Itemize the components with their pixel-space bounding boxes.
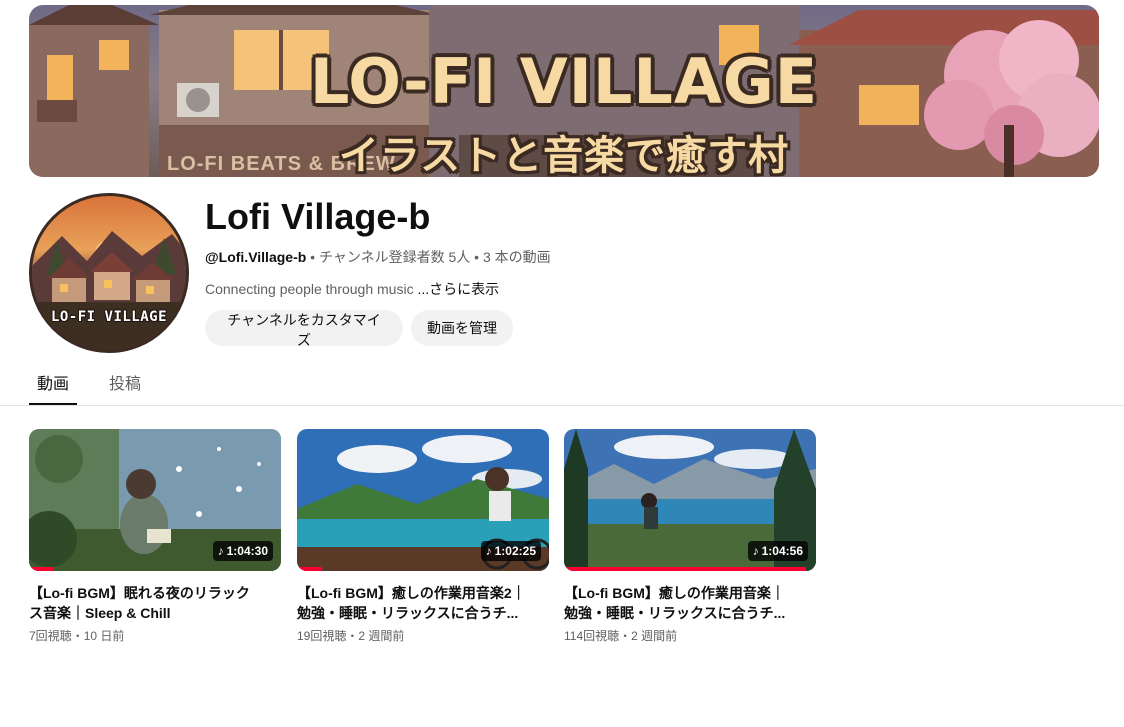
description-text: Connecting people through music: [205, 281, 418, 297]
view-count: 19回視聴: [297, 629, 347, 643]
meta-separator: ・: [619, 629, 632, 643]
duration-badge: ♪ 1:02:25: [480, 541, 541, 561]
video-card[interactable]: ♪ 1:02:25 【Lo-fi BGM】癒しの作業用音楽2｜勉強・睡眠・リラック…: [297, 429, 549, 644]
video-title[interactable]: 【Lo-fi BGM】眠れる夜のリラックス音楽｜Sleep & Chill: [29, 583, 259, 623]
video-title[interactable]: 【Lo-fi BGM】癒しの作業用音楽｜勉強・睡眠・リラックスに合うチ...: [564, 583, 794, 623]
channel-page: LO-FI BEATS & BREW LO-FI VILLAGE イラストと音楽…: [0, 0, 1124, 727]
tab-posts[interactable]: 投稿: [109, 370, 141, 403]
duration-text: 1:04:30: [226, 544, 268, 558]
duration-badge: ♪ 1:04:30: [212, 541, 273, 561]
customize-channel-button[interactable]: チャンネルをカスタマイズ: [205, 310, 403, 348]
channel-banner: LO-FI BEATS & BREW LO-FI VILLAGE イラストと音楽…: [29, 5, 1099, 177]
watch-progress-bar: [29, 567, 55, 571]
music-note-icon: ♪: [217, 544, 224, 558]
upload-age: 2 週間前: [358, 629, 405, 643]
duration-badge: ♪ 1:04:56: [747, 541, 808, 561]
upload-age: 2 週間前: [631, 629, 678, 643]
manage-videos-button[interactable]: 動画を管理: [411, 310, 513, 346]
meta-separator: •: [470, 249, 483, 265]
avatar-label: LO-FI VILLAGE: [50, 309, 168, 325]
channel-avatar[interactable]: LO-FI VILLAGE: [29, 193, 189, 353]
watch-progress-bar: [297, 567, 323, 571]
subscriber-count: チャンネル登録者数 5人: [318, 249, 471, 265]
duration-text: 1:02:25: [494, 544, 536, 558]
meta-separator: •: [306, 249, 319, 265]
video-meta: 7回視聴・10 日前: [29, 627, 281, 644]
video-thumbnail[interactable]: ♪ 1:02:25: [297, 429, 549, 571]
video-card[interactable]: ♪ 1:04:30 【Lo-fi BGM】眠れる夜のリラックス音楽｜Sleep &…: [29, 429, 281, 644]
video-title[interactable]: 【Lo-fi BGM】癒しの作業用音楽2｜勉強・睡眠・リラックスに合うチ...: [297, 583, 527, 623]
view-count: 7回視聴: [29, 629, 72, 643]
avatar-illustration: [32, 231, 186, 350]
duration-text: 1:04:56: [761, 544, 803, 558]
banner-title: LO-FI VILLAGE: [309, 45, 819, 118]
meta-separator: ・: [71, 629, 84, 643]
video-thumbnail[interactable]: ♪ 1:04:30: [29, 429, 281, 571]
channel-name: Lofi Village-b: [205, 196, 431, 237]
channel-handle: @Lofi.Village-b: [205, 249, 307, 265]
tab-videos[interactable]: 動画: [29, 370, 77, 405]
meta-separator: ・: [346, 629, 359, 643]
video-meta: 114回視聴・2 週間前: [564, 627, 816, 644]
channel-meta: @Lofi.Village-b • チャンネル登録者数 5人 • 3 本の動画: [205, 247, 551, 267]
video-meta: 19回視聴・2 週間前: [297, 627, 549, 644]
watch-progress-bar: [564, 567, 806, 571]
upload-age: 10 日前: [83, 629, 125, 643]
channel-description[interactable]: Connecting people through music ...さらに表示: [205, 279, 499, 299]
music-note-icon: ♪: [752, 544, 759, 558]
video-count: 3 本の動画: [482, 249, 551, 265]
show-more-link[interactable]: ...さらに表示: [417, 281, 499, 297]
banner-subtitle: イラストと音楽で癒す村: [338, 133, 790, 177]
video-card[interactable]: ♪ 1:04:56 【Lo-fi BGM】癒しの作業用音楽｜勉強・睡眠・リラックス…: [564, 429, 816, 644]
channel-tabs: 動画 投稿: [0, 362, 1124, 406]
video-thumbnail[interactable]: ♪ 1:04:56: [564, 429, 816, 571]
music-note-icon: ♪: [485, 544, 492, 558]
view-count: 114回視聴: [564, 629, 620, 643]
